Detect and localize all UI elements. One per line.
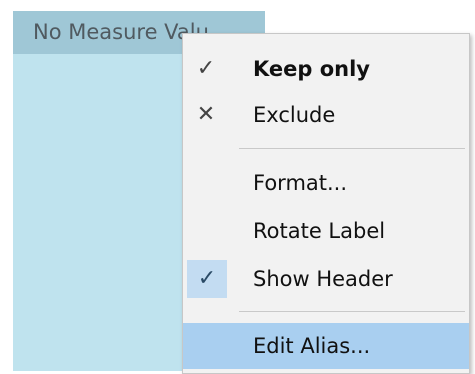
checked-state-icon: ✓	[197, 266, 217, 291]
close-icon: ✕	[196, 102, 216, 127]
menu-separator	[239, 148, 465, 149]
checkmark-icon: ✓	[196, 56, 216, 81]
context-menu: ✓ Keep only ✕ Exclude Format... Rotate L…	[182, 33, 470, 374]
checked-state-box: ✓	[187, 260, 227, 298]
menu-item-label: Edit Alias...	[253, 334, 371, 358]
menu-item-label: Rotate Label	[253, 219, 386, 243]
menu-item-keep-only[interactable]: ✓ Keep only	[183, 46, 469, 92]
tableau-view: No Measure Valu ✓ Keep only ✕ Exclude Fo…	[0, 0, 475, 374]
menu-item-label: Keep only	[253, 57, 370, 81]
menu-separator	[239, 311, 465, 312]
menu-item-label: Exclude	[253, 103, 336, 127]
menu-item-format[interactable]: Format...	[183, 160, 469, 206]
menu-item-label: Show Header	[253, 267, 393, 291]
menu-item-show-header[interactable]: ✓ Show Header	[183, 256, 469, 302]
menu-item-label: Format...	[253, 171, 348, 195]
menu-item-exclude[interactable]: ✕ Exclude	[183, 92, 469, 138]
menu-item-edit-alias[interactable]: Edit Alias...	[183, 323, 469, 369]
menu-item-rotate-label[interactable]: Rotate Label	[183, 208, 469, 254]
